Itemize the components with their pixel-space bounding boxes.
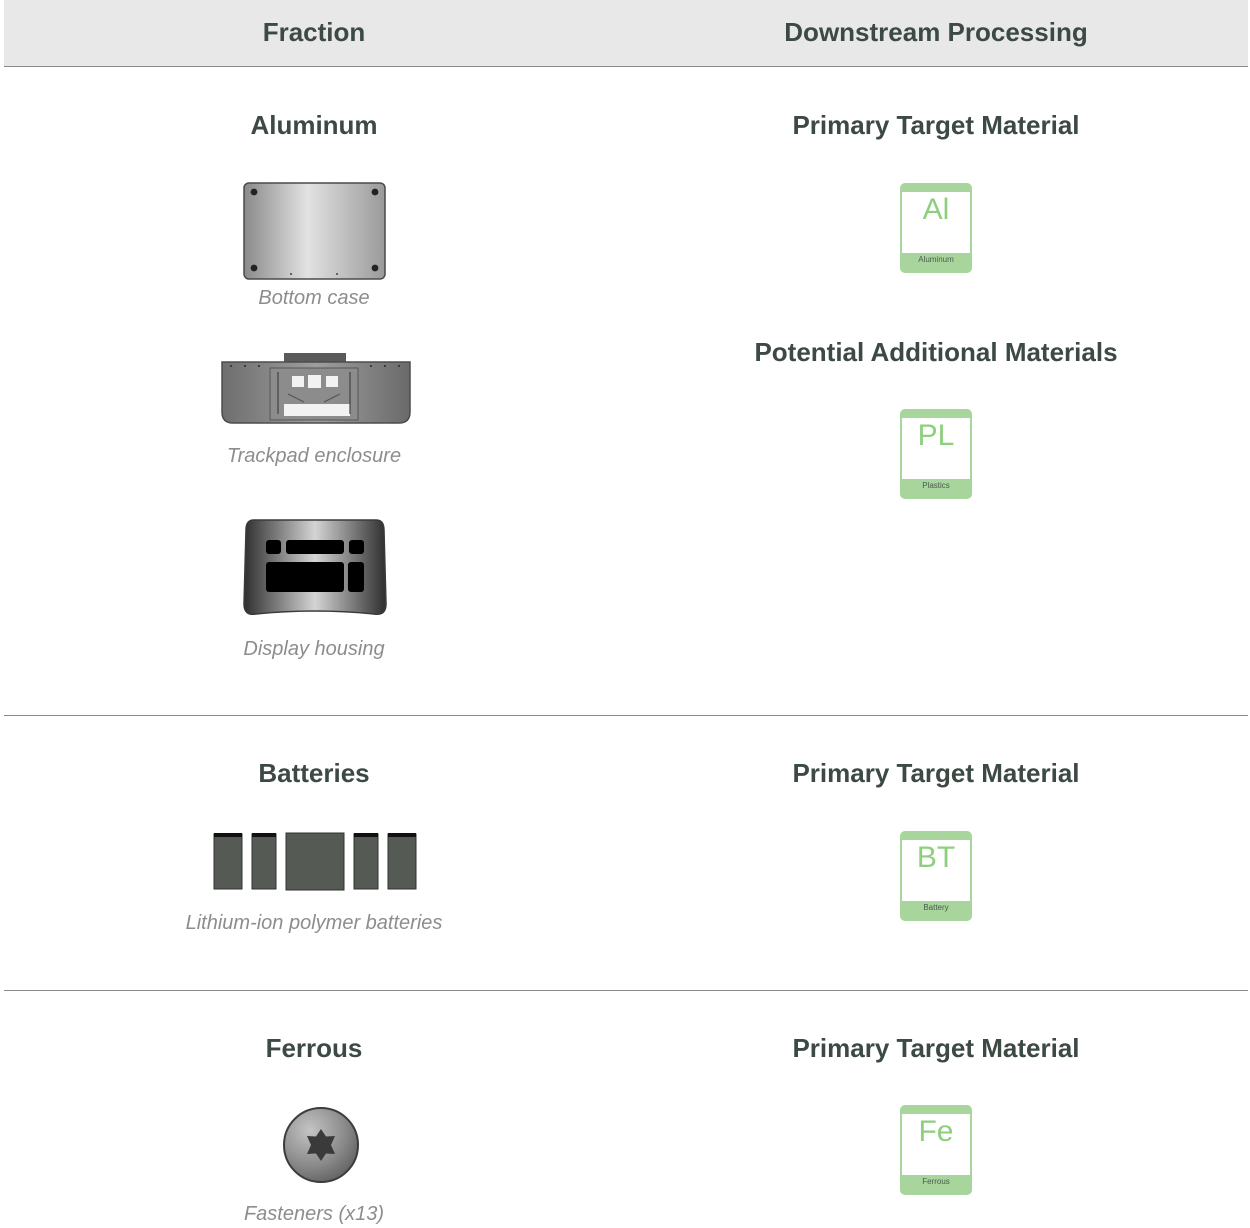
additional-materials-heading: Potential Additional Materials <box>754 337 1118 367</box>
fraction-title: Ferrous <box>265 1033 363 1063</box>
material-name: Ferrous <box>922 1177 950 1186</box>
material-symbol: Al <box>922 193 950 226</box>
material-symbol: Fe <box>918 1115 954 1148</box>
bottom-case-image <box>243 182 386 280</box>
fraction-title: Batteries <box>258 758 370 788</box>
material-tile-aluminum: Al Aluminum <box>900 183 972 273</box>
section-divider <box>4 715 1248 716</box>
primary-target-heading: Primary Target Material <box>792 1033 1080 1063</box>
material-symbol: BT <box>916 841 956 874</box>
material-name: Battery <box>923 903 949 912</box>
battery-cells-image <box>213 832 417 891</box>
material-tile-battery: BT Battery <box>900 831 972 921</box>
material-name: Plastics <box>922 481 950 490</box>
material-tile-ferrous: Fe Ferrous <box>900 1105 972 1195</box>
section-divider <box>4 990 1248 991</box>
header-downstream-processing: Downstream Processing <box>784 17 1088 47</box>
part-caption: Fasteners (x13) <box>243 1203 385 1225</box>
material-tile-plastics: PL Plastics <box>900 409 972 499</box>
material-symbol: PL <box>917 419 955 452</box>
part-caption: Lithium-ion polymer batteries <box>185 912 443 934</box>
material-name: Aluminum <box>918 255 954 264</box>
table-header: Fraction Downstream Processing <box>4 0 1248 67</box>
primary-target-heading: Primary Target Material <box>792 110 1080 140</box>
part-caption: Trackpad enclosure <box>226 445 402 467</box>
part-caption: Display housing <box>243 638 385 660</box>
header-fraction: Fraction <box>262 17 366 47</box>
trackpad-enclosure-image <box>221 353 411 424</box>
screw-image <box>283 1107 359 1183</box>
primary-target-heading: Primary Target Material <box>792 758 1080 788</box>
fraction-title: Aluminum <box>250 110 378 140</box>
display-housing-image <box>243 519 387 616</box>
part-caption: Bottom case <box>258 287 370 309</box>
